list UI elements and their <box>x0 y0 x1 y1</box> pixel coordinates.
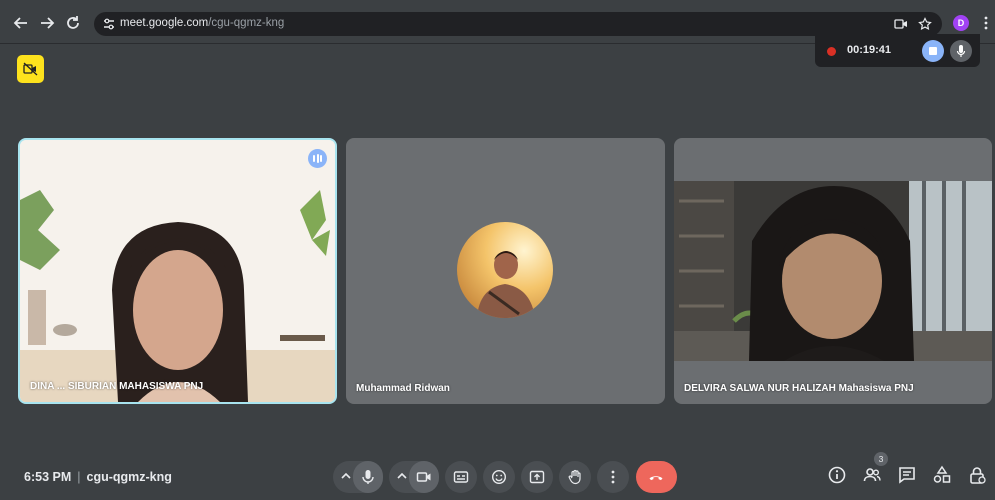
speaking-indicator-icon <box>308 149 327 168</box>
meeting-code: cgu-qgmz-kng <box>86 470 172 484</box>
chat-icon[interactable] <box>897 465 917 485</box>
captions-button[interactable] <box>445 461 477 493</box>
video-controls <box>389 461 439 493</box>
recording-dot-icon <box>827 47 836 56</box>
emoji-icon <box>491 469 507 485</box>
participant-video <box>20 140 335 402</box>
reactions-button[interactable] <box>483 461 515 493</box>
screen-recorder-widget: 00:19:41 <box>815 34 980 67</box>
more-options-button[interactable] <box>597 461 629 493</box>
mic-icon <box>956 45 966 57</box>
address-bar[interactable]: meet.google.com/cgu-qgmz-kng <box>94 12 942 36</box>
captions-icon <box>453 471 469 483</box>
site-settings-icon[interactable] <box>102 17 116 31</box>
participant-name: Muhammad Ridwan <box>356 383 450 394</box>
camera-icon <box>416 472 431 482</box>
recorder-mic-button[interactable] <box>950 40 972 62</box>
raise-hand-button[interactable] <box>559 461 591 493</box>
url-text[interactable]: meet.google.com/cgu-qgmz-kng <box>120 17 284 29</box>
present-icon <box>529 470 545 484</box>
info-icon[interactable] <box>827 465 847 485</box>
recording-timer: 00:19:41 <box>847 44 892 56</box>
participant-tile-1[interactable]: DINA ... SIBURIAN MAHASISWA PNJ <box>18 138 337 404</box>
browser-menu-icon[interactable] <box>983 15 989 31</box>
bookmark-star-icon[interactable] <box>918 17 932 31</box>
meeting-controls-bar: 6:53 PM | cgu-qgmz-kng 3 <box>0 452 995 500</box>
meeting-info: 6:53 PM | cgu-qgmz-kng <box>24 470 172 484</box>
leave-call-button[interactable] <box>636 461 677 493</box>
participant-tile-2[interactable]: Muhammad Ridwan <box>346 138 665 404</box>
participant-video <box>674 181 992 361</box>
participant-tile-3[interactable]: DELVIRA SALWA NUR HALIZAH Mahasiswa PNJ <box>674 138 992 404</box>
forward-icon[interactable] <box>38 14 56 32</box>
participant-avatar <box>457 222 553 318</box>
camera-permission-icon[interactable] <box>894 17 908 31</box>
current-time: 6:53 PM <box>24 470 72 484</box>
activities-icon[interactable] <box>932 465 952 485</box>
people-icon[interactable] <box>862 465 882 485</box>
participant-name: DINA ... SIBURIAN MAHASISWA PNJ <box>30 381 204 392</box>
profile-avatar[interactable]: D <box>953 15 969 31</box>
camera-options-button[interactable] <box>395 469 409 483</box>
end-call-icon <box>649 476 663 481</box>
present-button[interactable] <box>521 461 553 493</box>
people-count-badge: 3 <box>874 452 888 466</box>
audio-controls <box>333 461 383 493</box>
host-controls-icon[interactable] <box>967 465 987 485</box>
participant-name: DELVIRA SALWA NUR HALIZAH Mahasiswa PNJ <box>684 383 914 394</box>
camera-off-indicator[interactable] <box>17 55 44 83</box>
mic-options-button[interactable] <box>339 469 353 483</box>
stop-recording-button[interactable] <box>922 40 944 62</box>
more-icon <box>611 470 615 484</box>
hand-icon <box>568 469 581 485</box>
reload-icon[interactable] <box>64 14 82 32</box>
meet-window: meet.google.com/cgu-qgmz-kng D 00:19:41 <box>0 0 995 500</box>
mic-icon <box>362 470 374 484</box>
back-icon[interactable] <box>12 14 30 32</box>
camera-off-icon <box>23 62 38 76</box>
